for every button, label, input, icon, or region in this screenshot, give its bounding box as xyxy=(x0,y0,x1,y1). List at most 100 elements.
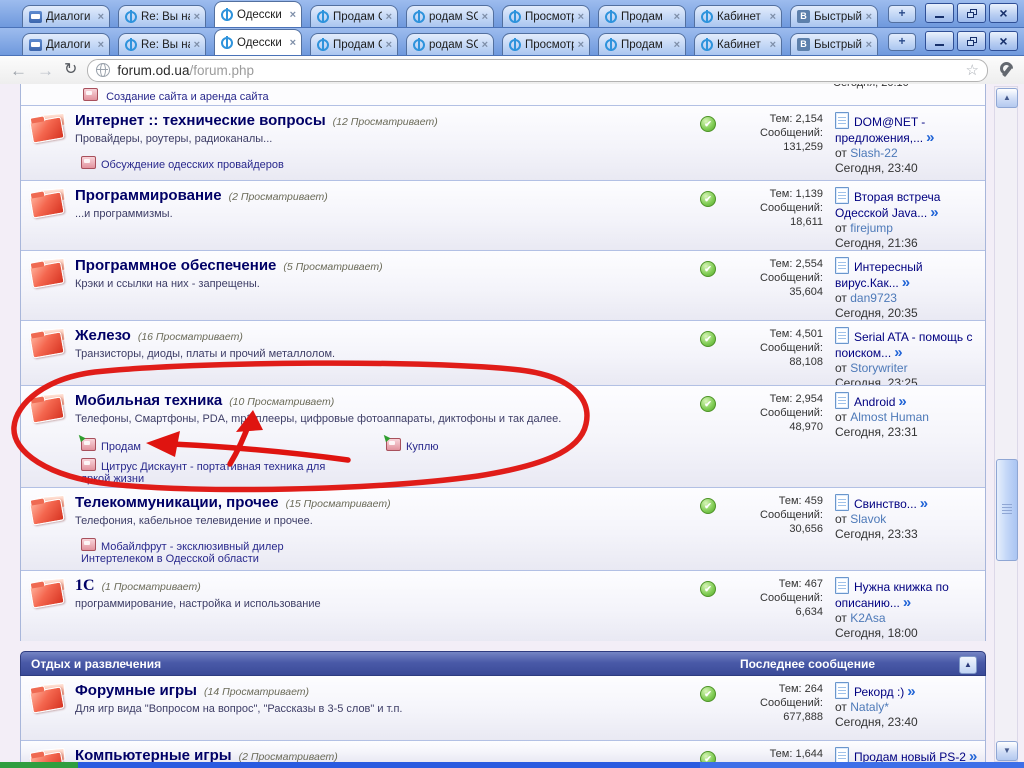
subforum-link[interactable]: Создание сайта и аренда сайта xyxy=(106,91,269,103)
browser-tab[interactable]: Продам × xyxy=(598,5,686,27)
last-post-link[interactable]: Нужна книжка по описанию... xyxy=(835,580,949,610)
last-post-user-link[interactable]: Almost Human xyxy=(850,410,929,424)
tab-close-icon[interactable]: × xyxy=(386,39,392,51)
subforum-link[interactable]: Мобайлфрут - эксклюзивный дилер Интертел… xyxy=(81,541,284,565)
last-post-user-link[interactable]: Storywriter xyxy=(850,361,907,375)
tab-close-icon[interactable]: × xyxy=(98,39,104,51)
goto-last-post-icon[interactable]: » xyxy=(969,748,977,762)
forum-icon xyxy=(413,9,425,23)
subforum-link-citrus[interactable]: Цитрус Дискаунт - портативная техника дл… xyxy=(81,461,325,485)
goto-last-post-icon[interactable]: » xyxy=(907,683,915,700)
goto-last-post-icon[interactable]: » xyxy=(898,393,906,410)
forum-title-link[interactable]: Интернет :: технические вопросы xyxy=(75,112,326,129)
browser-tab[interactable]: Re: Вы на × xyxy=(118,5,206,27)
scroll-up-button[interactable] xyxy=(996,88,1018,108)
tab-close-icon[interactable]: × xyxy=(482,11,488,23)
forum-title-link[interactable]: Программное обеспечение xyxy=(75,257,276,274)
subforum-link-prodam[interactable]: Продам xyxy=(101,441,141,453)
goto-last-post-icon[interactable]: » xyxy=(903,594,911,611)
new-tab-button[interactable]: + xyxy=(888,33,916,51)
forward-button-icon[interactable]: → xyxy=(37,62,54,79)
forum-title-link[interactable]: Телекоммуникации, прочее xyxy=(75,494,279,511)
forum-title-link[interactable]: Компьютерные игры xyxy=(75,747,232,762)
last-post-link[interactable]: Android xyxy=(854,395,895,409)
address-bar[interactable]: forum.od.ua /forum.php ☆ xyxy=(87,58,988,82)
forum-title-link[interactable]: Железо xyxy=(75,327,131,344)
tab-close-icon[interactable]: × xyxy=(290,37,296,49)
tab-close-icon[interactable]: × xyxy=(194,39,200,51)
forum-title-link[interactable]: Форумные игры xyxy=(75,682,197,699)
window-restore-button[interactable] xyxy=(957,3,986,23)
tab-close-icon[interactable]: × xyxy=(578,39,584,51)
browser-tab[interactable]: Просмотр × xyxy=(502,33,590,55)
subforum-link[interactable]: Обсуждение одесских провайдеров xyxy=(101,159,284,171)
tab-close-icon[interactable]: × xyxy=(482,39,488,51)
folder-icon xyxy=(29,494,75,526)
vertical-scrollbar[interactable] xyxy=(994,86,1018,762)
subforum-icon xyxy=(81,156,96,169)
tab-close-icon[interactable]: × xyxy=(770,11,776,23)
browser-tab[interactable]: Кабинет × xyxy=(694,33,782,55)
forum-title-link[interactable]: 1С xyxy=(75,577,95,594)
browser-tab[interactable]: Продам × xyxy=(598,33,686,55)
forum-title-link[interactable]: Программирование xyxy=(75,187,222,204)
back-button-icon[interactable]: ← xyxy=(10,62,27,79)
scroll-down-button[interactable] xyxy=(996,741,1018,761)
subforum-link-kuplyu[interactable]: Куплю xyxy=(406,441,439,453)
browser-tab[interactable]: B Быстрый × xyxy=(790,33,878,55)
last-post-user-link[interactable]: dan9723 xyxy=(850,291,897,305)
browser-tab[interactable]: Re: Вы на × xyxy=(118,33,206,55)
forum-title-link[interactable]: Мобильная техника xyxy=(75,392,222,409)
scrollbar-thumb[interactable] xyxy=(996,459,1018,561)
category-header[interactable]: Отдых и развлечения Последнее сообщение xyxy=(20,651,986,676)
tab-close-icon[interactable]: × xyxy=(770,39,776,51)
tab-close-icon[interactable]: × xyxy=(386,11,392,23)
bookmark-star-icon[interactable]: ☆ xyxy=(966,61,979,79)
window-close-button[interactable] xyxy=(989,3,1018,23)
tab-close-icon[interactable]: × xyxy=(866,39,872,51)
last-post-link[interactable]: Продам новый PS-2 xyxy=(854,750,966,762)
last-post-link[interactable]: Serial ATA - помощь с поиском... xyxy=(835,330,972,360)
last-post-user-link[interactable]: Slash-22 xyxy=(850,146,897,160)
browser-tab[interactable]: Продам С × xyxy=(310,33,398,55)
window-close-button[interactable] xyxy=(989,31,1018,51)
last-post-user-link[interactable]: Nataly* xyxy=(850,700,889,714)
browser-tab-strip: Диалоги × Re: Вы на × Одесски × Продам С × родам… xyxy=(0,28,1024,56)
browser-tab[interactable]: B Быстрый × xyxy=(790,5,878,27)
window-minimize-button[interactable] xyxy=(925,3,954,23)
new-tab-button[interactable]: + xyxy=(888,5,916,23)
browser-tab[interactable]: Кабинет × xyxy=(694,5,782,27)
tab-close-icon[interactable]: × xyxy=(674,39,680,51)
window-minimize-button[interactable] xyxy=(925,31,954,51)
last-post-user-link[interactable]: firejump xyxy=(850,221,893,235)
last-post-user-link[interactable]: Slavok xyxy=(850,512,886,526)
browser-tab[interactable]: Продам С × xyxy=(310,5,398,27)
browser-tab[interactable]: родам SG × xyxy=(406,33,494,55)
tab-close-icon[interactable]: × xyxy=(194,11,200,23)
tab-close-icon[interactable]: × xyxy=(290,9,296,21)
goto-last-post-icon[interactable]: » xyxy=(920,495,928,512)
last-post-link[interactable]: Рекорд :) xyxy=(854,685,904,699)
tab-close-icon[interactable]: × xyxy=(98,11,104,23)
tab-close-icon[interactable]: × xyxy=(866,11,872,23)
last-post-user-link[interactable]: K2Asa xyxy=(850,611,885,625)
browser-tab[interactable]: Просмотр × xyxy=(502,5,590,27)
browser-tab[interactable]: Одесски × xyxy=(214,1,302,27)
goto-last-post-icon[interactable]: » xyxy=(902,274,910,291)
last-post-link[interactable]: Свинство... xyxy=(854,497,917,511)
last-post-link[interactable]: Вторая встреча Одесской Java... xyxy=(835,190,940,220)
tab-close-icon[interactable]: × xyxy=(578,11,584,23)
browser-tab[interactable]: Диалоги × xyxy=(22,5,110,27)
tab-close-icon[interactable]: × xyxy=(674,11,680,23)
browser-tab[interactable]: родам SG × xyxy=(406,5,494,27)
goto-last-post-icon[interactable]: » xyxy=(894,344,902,361)
goto-last-post-icon[interactable]: » xyxy=(930,204,938,221)
window-restore-button[interactable] xyxy=(957,31,986,51)
goto-last-post-icon[interactable]: » xyxy=(926,129,934,146)
browser-tab[interactable]: Диалоги × xyxy=(22,33,110,55)
start-button-edge[interactable] xyxy=(0,762,78,768)
settings-wrench-icon[interactable] xyxy=(998,62,1014,78)
reload-button-icon[interactable]: ↻ xyxy=(64,62,77,78)
browser-tab[interactable]: Одесски × xyxy=(214,29,302,55)
collapse-category-button[interactable] xyxy=(959,656,977,674)
